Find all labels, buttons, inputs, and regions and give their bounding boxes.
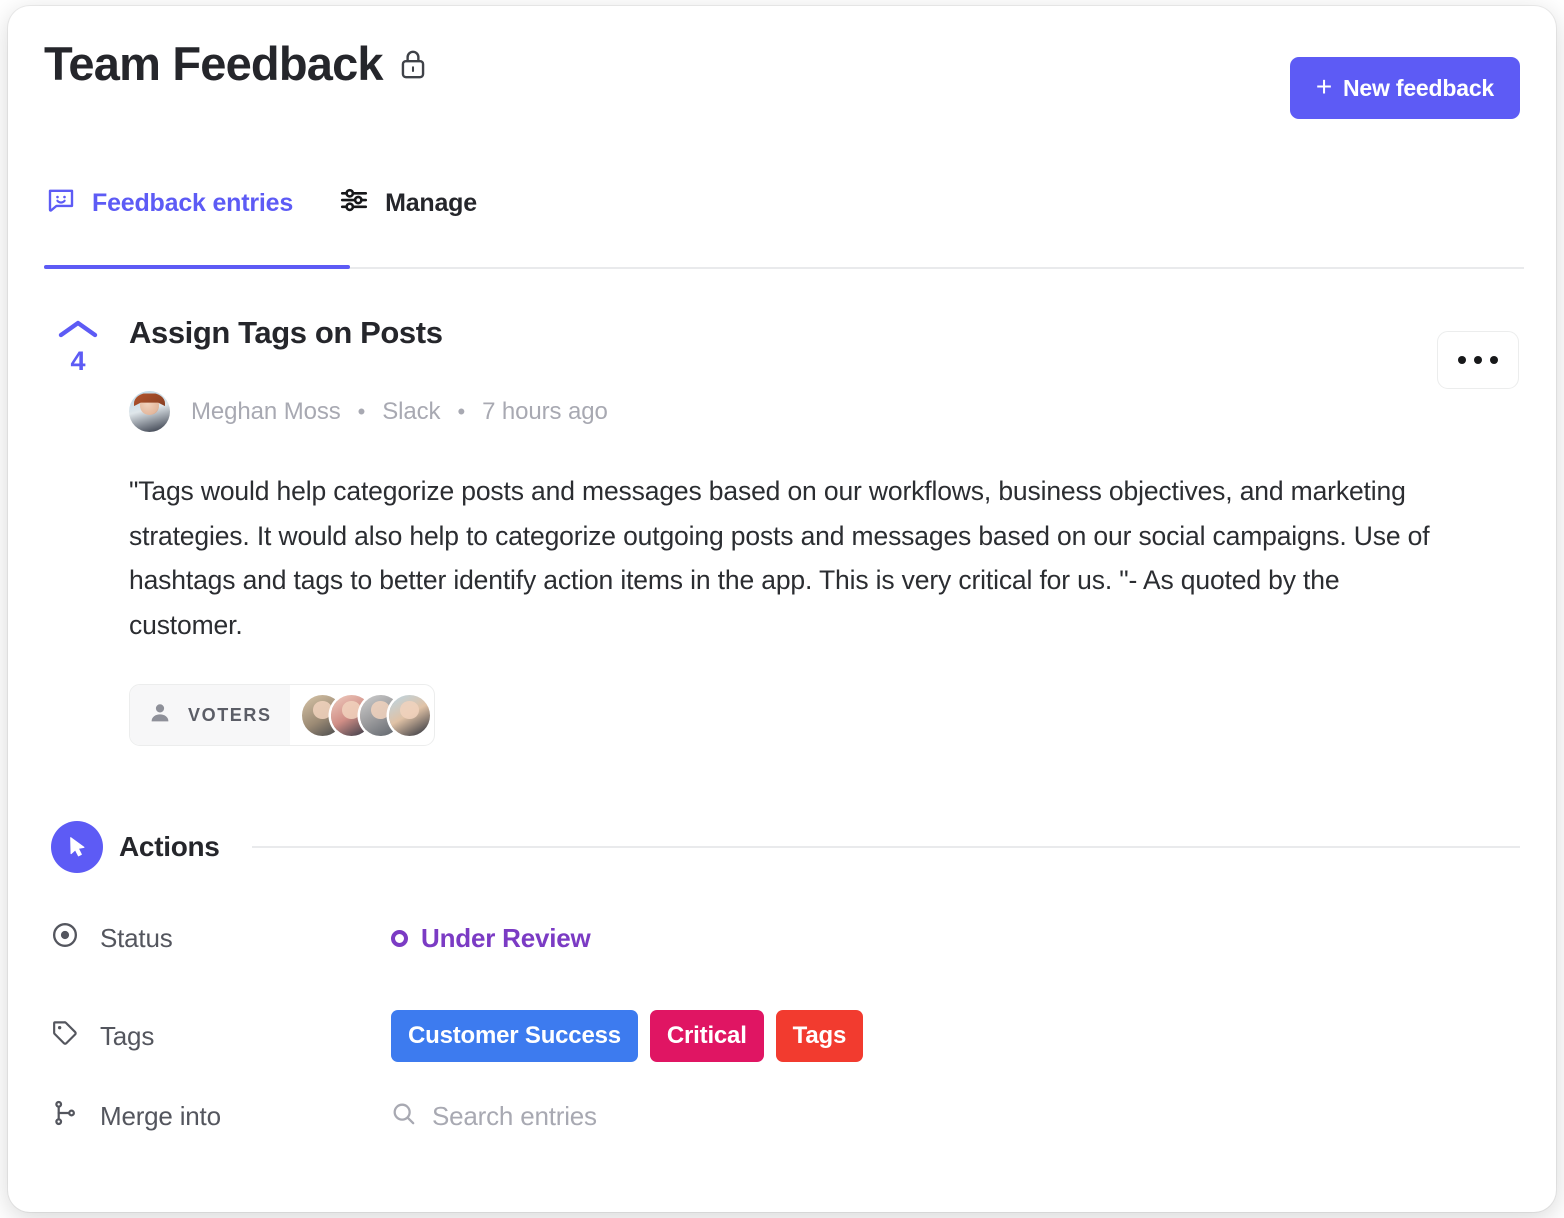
ellipsis-icon bbox=[1458, 356, 1466, 364]
app-window: Team Feedback + New feedback Feedback en… bbox=[8, 6, 1556, 1212]
search-icon bbox=[391, 1101, 417, 1132]
tag-chip[interactable]: Tags bbox=[775, 1010, 864, 1062]
voter-avatar bbox=[388, 694, 430, 736]
entry-more-menu-button[interactable] bbox=[1437, 331, 1519, 389]
voters-avatar-stack bbox=[290, 694, 430, 736]
status-ring-icon bbox=[391, 930, 408, 947]
new-feedback-label: New feedback bbox=[1343, 74, 1494, 101]
actions-title: Actions bbox=[119, 831, 220, 862]
status-value-group: Under Review bbox=[391, 923, 591, 954]
voters-label-group: VOTERS bbox=[130, 685, 290, 745]
actions-header: Actions bbox=[51, 821, 1520, 873]
plus-icon: + bbox=[1315, 71, 1332, 102]
status-row: Status Under Review bbox=[51, 921, 1520, 956]
voters-label: VOTERS bbox=[188, 704, 272, 725]
tab-manage-label: Manage bbox=[385, 189, 477, 217]
page-title-group: Team Feedback bbox=[44, 40, 427, 87]
target-dot-icon bbox=[51, 921, 79, 956]
entry-source: Slack bbox=[382, 397, 441, 425]
page-header: Team Feedback + New feedback bbox=[8, 6, 1556, 154]
tag-chip[interactable]: Critical bbox=[649, 1010, 764, 1062]
entry-body: "Tags would help categorize posts and me… bbox=[129, 476, 1430, 640]
upvote-control[interactable]: 4 bbox=[56, 317, 100, 375]
chat-smiley-icon bbox=[46, 185, 76, 222]
status-label-group: Status bbox=[51, 921, 391, 956]
page-title: Team Feedback bbox=[44, 37, 384, 90]
tags-label-group: Tags bbox=[51, 1019, 391, 1054]
search-input[interactable] bbox=[432, 1101, 852, 1132]
new-feedback-button[interactable]: + New feedback bbox=[1289, 57, 1520, 119]
merge-into-row: Merge into bbox=[51, 1099, 1520, 1134]
tag-chip[interactable]: Customer Success bbox=[391, 1010, 638, 1062]
tab-manage[interactable]: Manage bbox=[337, 181, 479, 226]
merge-label: Merge into bbox=[100, 1101, 221, 1131]
sliders-icon bbox=[339, 185, 369, 222]
lock-icon bbox=[399, 48, 427, 85]
tab-bar: Feedback entries Manage bbox=[8, 169, 1556, 269]
chevron-up-icon bbox=[57, 320, 99, 345]
entry-meta: Meghan Moss • Slack • 7 hours ago bbox=[129, 391, 608, 432]
vote-count: 4 bbox=[70, 346, 86, 376]
tab-active-underline bbox=[44, 265, 350, 269]
status-badge[interactable]: Under Review bbox=[391, 923, 591, 954]
merge-search-field[interactable] bbox=[391, 1101, 852, 1132]
tags-value-group: Customer Success Critical Tags bbox=[391, 1010, 875, 1062]
cursor-arrow-icon bbox=[51, 821, 103, 873]
person-icon bbox=[148, 701, 172, 730]
merge-branch-icon bbox=[51, 1099, 79, 1134]
voters-chip[interactable]: VOTERS bbox=[129, 684, 435, 746]
entry-timestamp: 7 hours ago bbox=[482, 397, 608, 425]
meta-separator: • bbox=[357, 398, 366, 424]
tab-feedback-entries-label: Feedback entries bbox=[92, 189, 294, 217]
meta-separator: • bbox=[457, 398, 466, 424]
merge-label-group: Merge into bbox=[51, 1099, 391, 1134]
tab-feedback-entries[interactable]: Feedback entries bbox=[44, 181, 295, 226]
author-avatar bbox=[129, 391, 170, 432]
entry-author: Meghan Moss bbox=[191, 397, 341, 425]
entry-title: Assign Tags on Posts bbox=[129, 315, 443, 350]
tags-label: Tags bbox=[100, 1020, 155, 1051]
actions-divider bbox=[251, 846, 1520, 848]
status-value: Under Review bbox=[421, 923, 591, 953]
tag-icon bbox=[51, 1019, 79, 1054]
status-label: Status bbox=[100, 923, 173, 953]
merge-value-group bbox=[391, 1101, 852, 1132]
tags-row: Tags Customer Success Critical Tags bbox=[51, 1010, 1520, 1062]
